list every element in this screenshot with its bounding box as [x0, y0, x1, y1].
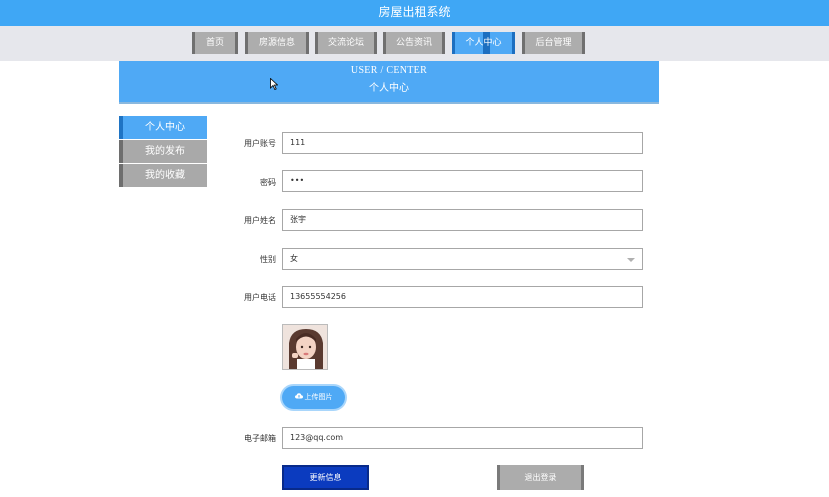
update-info-button[interactable]: 更新信息: [282, 465, 369, 490]
password-input[interactable]: •••: [282, 170, 643, 192]
sidebar-item-my-favorites[interactable]: 我的收藏: [119, 164, 207, 187]
page-banner: USER / CENTER 个人中心: [119, 61, 659, 104]
phone-input[interactable]: 13655554256: [282, 286, 643, 308]
sidebar-item-user-center[interactable]: 个人中心: [119, 116, 207, 139]
mouse-pointer-icon: [270, 78, 278, 90]
avatar: [282, 324, 328, 370]
gender-select[interactable]: 女: [282, 248, 643, 270]
username-input[interactable]: 111: [282, 132, 643, 154]
gender-select-value: 女: [290, 254, 298, 263]
logout-button[interactable]: 退出登录: [497, 465, 584, 490]
realname-input[interactable]: 张宇: [282, 209, 643, 231]
banner-title-en: USER / CENTER: [350, 65, 428, 76]
gender-label: 性别: [260, 255, 276, 264]
nav-item-forum[interactable]: 交流论坛: [315, 32, 377, 54]
app-title-bar: 房屋出租系统: [0, 0, 829, 26]
nav-item-user-center-label: 个人中心: [465, 38, 502, 48]
realname-label: 用户姓名: [244, 216, 276, 225]
sidebar-item-my-posts[interactable]: 我的发布: [119, 140, 207, 163]
main-nav: 首页 房源信息 交流论坛 公告资讯 个人中心 后台管理: [0, 26, 829, 61]
app-title: 房屋出租系统: [378, 5, 451, 19]
nav-item-news[interactable]: 公告资讯: [383, 32, 445, 54]
email-input[interactable]: 123@qq.com: [282, 427, 643, 449]
username-label: 用户账号: [244, 139, 276, 148]
nav-item-user-center[interactable]: 个人中心: [452, 32, 515, 54]
email-label: 电子邮箱: [244, 434, 276, 443]
nav-item-admin[interactable]: 后台管理: [522, 32, 585, 54]
upload-image-button[interactable]: 上传图片: [282, 386, 345, 409]
nav-item-home[interactable]: 首页: [192, 32, 238, 54]
cloud-upload-icon: [294, 386, 303, 409]
password-label: 密码: [260, 178, 276, 187]
upload-image-label: 上传图片: [304, 393, 333, 401]
phone-label: 用户电话: [244, 293, 276, 302]
banner-title-cn: 个人中心: [369, 83, 409, 94]
avatar-image: [283, 325, 327, 369]
nav-item-listings[interactable]: 房源信息: [245, 32, 309, 54]
